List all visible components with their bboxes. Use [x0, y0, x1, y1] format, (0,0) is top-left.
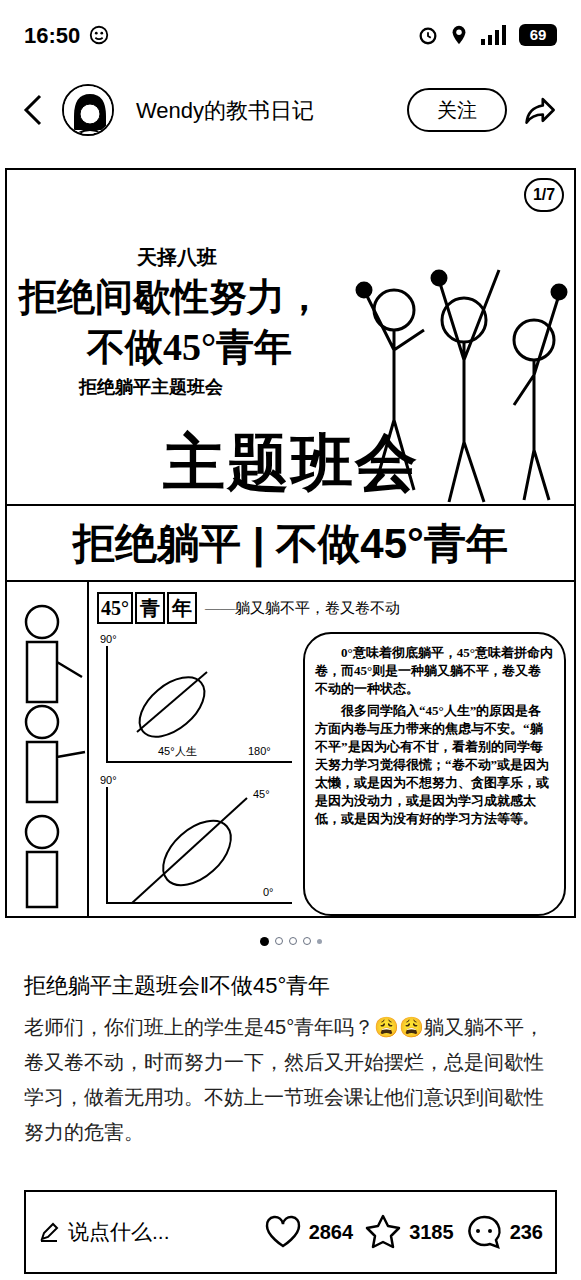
carousel-dot[interactable]: [275, 937, 283, 945]
favorites-count: 3185: [409, 1217, 454, 1247]
carousel-dots: [0, 918, 581, 964]
comment-bubble-icon: [464, 1212, 504, 1252]
headline: 拒绝间歇性努力，: [19, 272, 334, 322]
carousel-dot[interactable]: [303, 937, 311, 945]
post-image[interactable]: 天择八班拒绝间歇性努力，不做45°青年拒绝躺平主题班会主题班会 1/7 拒绝躺平 |…: [5, 168, 576, 918]
likes-button[interactable]: 2864: [263, 1212, 354, 1252]
carousel-dot[interactable]: [260, 937, 269, 946]
pencil-icon: [38, 1221, 60, 1243]
battery: 69: [519, 24, 557, 46]
status-bar: 16:50 69: [0, 0, 581, 70]
angle-charts: 90° 45°人生 180° 90° 45° 0°: [97, 632, 297, 916]
angle-label: 0°: [262, 885, 275, 899]
star-icon: [363, 1212, 403, 1252]
big-title: 主题班会: [7, 428, 574, 498]
status-right: 69: [417, 24, 557, 46]
class-name: 天择八班: [137, 242, 334, 272]
term-content: 90° 45°人生 180° 90° 45° 0° 0°意味着彻底躺平，45°意味着拼命内卷…: [97, 632, 566, 916]
term-description: ——躺又躺不平，卷又卷不动: [205, 597, 400, 620]
follow-button[interactable]: 关注: [407, 88, 507, 132]
bottom-bar: 说点什么... 2864 3185 236: [24, 1190, 557, 1274]
post-content: 天择八班拒绝间歇性努力，不做45°青年拒绝躺平主题班会主题班会 1/7 拒绝躺平 |…: [0, 150, 581, 1190]
app-notification-icon: [88, 24, 110, 46]
banner: 拒绝躺平 | 不做45°青年: [7, 506, 574, 582]
angle-chart: 90° 45°人生 180°: [97, 632, 297, 767]
back-arrow-icon[interactable]: [20, 92, 48, 128]
comments-count: 236: [510, 1217, 543, 1247]
angle-label: 45°人生: [157, 744, 198, 758]
angle-label: 180°: [247, 744, 272, 758]
explanation-paragraph: 很多同学陷入“45°人生”的原因是各方面内卷与压力带来的焦虑与不安。“躺不平”是…: [315, 702, 554, 828]
post-title: 拒绝躺平主题班会‖不做45°青年: [0, 964, 581, 1002]
teachers-pointing-icon: [7, 582, 89, 916]
term-char: 45°: [97, 592, 133, 624]
explanation-paragraph: 0°意味着彻底躺平，45°意味着拼命内卷，而45°则是一种躺又躺不平，卷又卷不动…: [315, 644, 554, 698]
signal-icon: [479, 24, 509, 46]
term-char: 年: [167, 592, 197, 624]
avatar-icon[interactable]: [62, 84, 114, 136]
comments-button[interactable]: 236: [464, 1212, 543, 1252]
favorites-button[interactable]: 3185: [363, 1212, 454, 1252]
comment-box[interactable]: 说点什么...: [38, 1216, 253, 1248]
heart-icon: [263, 1212, 303, 1252]
angle-label: 90°: [99, 773, 118, 787]
carousel-dot[interactable]: [289, 937, 297, 945]
carousel-dot[interactable]: [317, 939, 322, 944]
term-char: 青: [135, 592, 165, 624]
headline: 不做45°青年: [87, 322, 334, 372]
angle-chart: 90° 45° 0°: [97, 773, 297, 908]
term-body: 45°青年——躺又躺不平，卷又卷不动90°45°人生180°90°45°0°0°…: [89, 582, 574, 916]
post-body: 老师们，你们班上的学生是45°青年吗？😩😩躺又躺不平，卷又卷不动，时而努力一下，…: [0, 1002, 581, 1150]
page-counter: 1/7: [524, 178, 564, 212]
post-header: Wendy的教书日记关注: [0, 70, 581, 150]
angle-label: 45°: [252, 787, 271, 801]
clock: 16:50: [24, 19, 80, 52]
term-slide: 45°青年——躺又躺不平，卷又卷不动90°45°人生180°90°45°0°0°…: [7, 582, 574, 916]
author-name[interactable]: Wendy的教书日记: [136, 94, 393, 127]
cover-slide: 天择八班拒绝间歇性努力，不做45°青年拒绝躺平主题班会主题班会 1/7: [7, 170, 574, 506]
explanation-bubble: 0°意味着彻底躺平，45°意味着拼命内卷，而45°则是一种躺又躺不平，卷又卷不动…: [303, 632, 566, 916]
location-icon: [449, 24, 469, 46]
comment-placeholder[interactable]: 说点什么...: [68, 1216, 170, 1248]
subtitle: 拒绝躺平主题班会: [79, 374, 334, 401]
status-left: 16:50: [24, 19, 110, 52]
post-image-carousel[interactable]: 天择八班拒绝间歇性努力，不做45°青年拒绝躺平主题班会主题班会 1/7 拒绝躺平 |…: [0, 168, 581, 918]
share-icon[interactable]: [521, 90, 561, 130]
likes-count: 2864: [309, 1217, 354, 1247]
alarm-icon: [417, 24, 439, 46]
term-heading: 45°青年 ——躺又躺不平，卷又卷不动: [97, 592, 566, 624]
angle-label: 90°: [99, 632, 118, 646]
